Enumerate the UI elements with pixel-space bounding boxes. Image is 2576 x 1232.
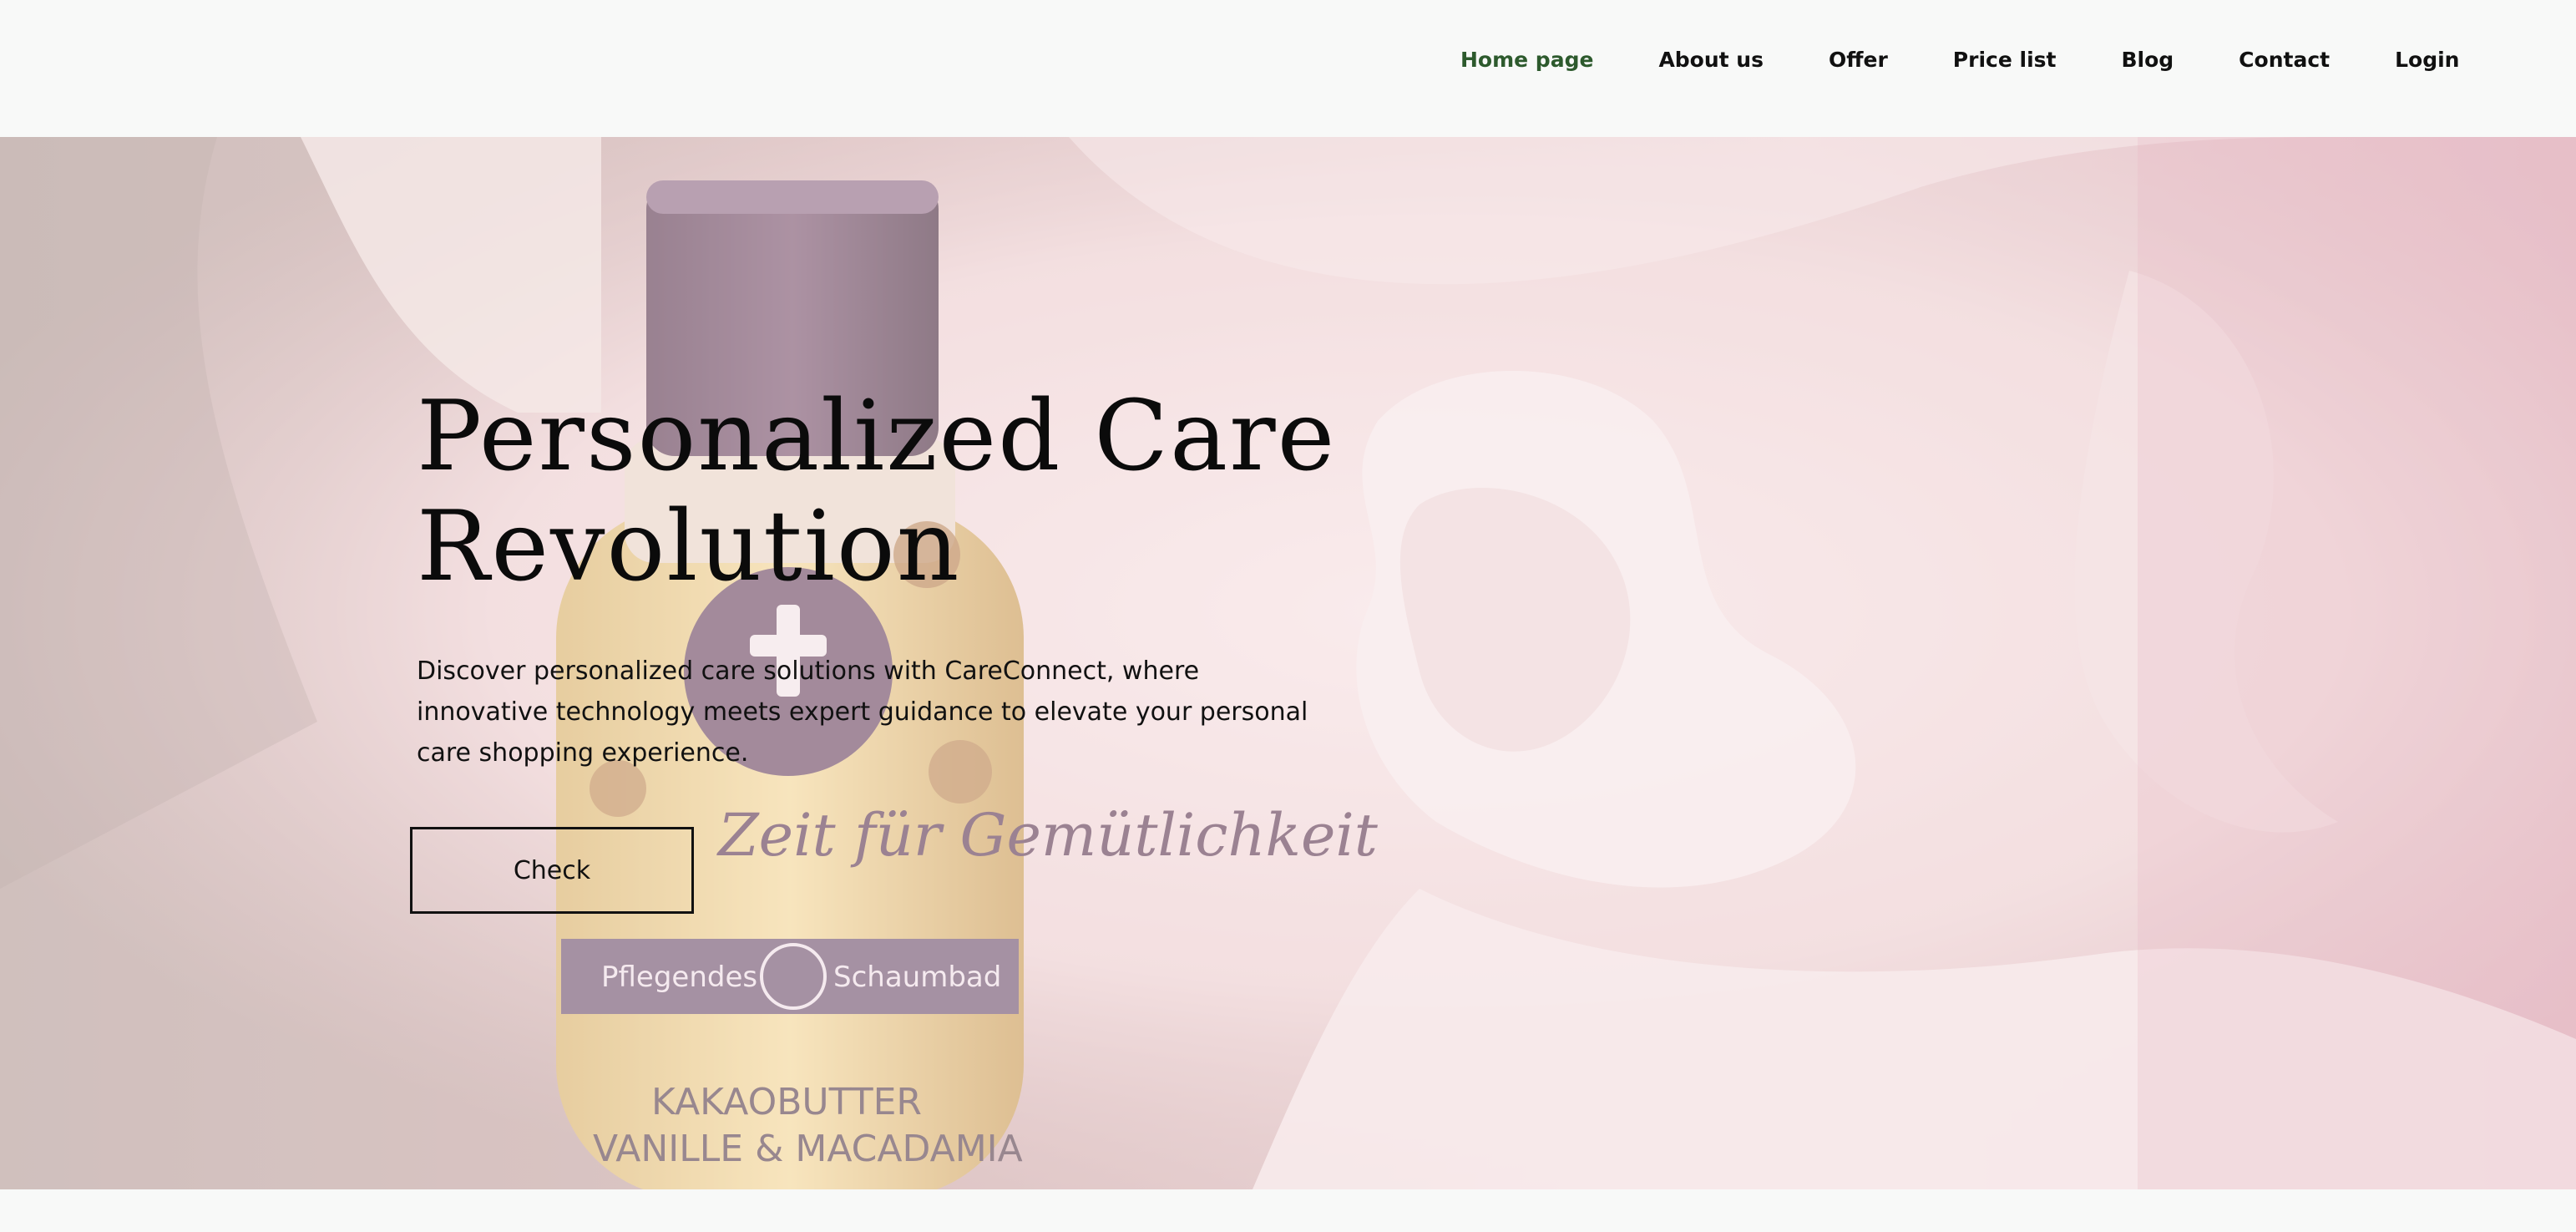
page-bottom-strip — [0, 1189, 2576, 1232]
nav-blog[interactable]: Blog — [2121, 48, 2174, 72]
hero-title: Personalized Care Revolution — [417, 382, 1419, 602]
hero-section: Zeit für Gemütlichkeit Pflegendes Schaum… — [0, 137, 2576, 1189]
nav-about-us[interactable]: About us — [1658, 48, 1764, 72]
nav-price-list[interactable]: Price list — [1953, 48, 2057, 72]
nav-contact[interactable]: Contact — [2239, 48, 2330, 72]
check-button[interactable]: Check — [410, 827, 694, 914]
hero-title-line-1: Personalized Care — [417, 380, 1337, 493]
site-header: Home page About us Offer Price list Blog… — [0, 0, 2576, 137]
main-nav: Home page About us Offer Price list Blog… — [1460, 42, 2459, 77]
hero-title-line-2: Revolution — [417, 490, 961, 603]
nav-home-page[interactable]: Home page — [1460, 48, 1593, 72]
nav-offer[interactable]: Offer — [1829, 48, 1888, 72]
nav-login[interactable]: Login — [2395, 48, 2459, 72]
hero-description: Discover personalized care solutions wit… — [417, 657, 1308, 768]
